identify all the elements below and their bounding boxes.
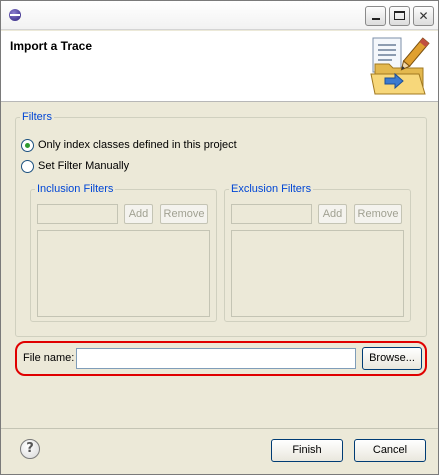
filters-legend: Filters xyxy=(22,111,52,123)
close-icon: ✕ xyxy=(418,9,429,23)
exclusion-filters-list[interactable] xyxy=(231,230,404,317)
inclusion-filters-list[interactable] xyxy=(37,230,210,317)
radio-unselected-icon[interactable] xyxy=(21,159,34,173)
button-bar: ? Finish Cancel xyxy=(1,428,438,474)
minimize-button[interactable] xyxy=(365,6,386,26)
import-trace-dialog: ✕ Import a Trace Filters Only index clas… xyxy=(0,0,439,475)
inclusion-filter-input[interactable] xyxy=(37,204,118,224)
file-name-highlight: File name: Browse... xyxy=(15,341,427,376)
exclusion-add-button[interactable]: Add xyxy=(318,204,347,224)
minimize-icon xyxy=(371,18,380,20)
finish-button[interactable]: Finish xyxy=(271,439,343,462)
help-icon[interactable]: ? xyxy=(20,439,40,459)
radio-label: Set Filter Manually xyxy=(38,160,130,172)
wizard-banner: Import a Trace xyxy=(1,31,438,102)
browse-button[interactable]: Browse... xyxy=(362,347,422,370)
maximize-icon xyxy=(394,11,405,20)
maximize-button[interactable] xyxy=(389,6,410,26)
inclusion-remove-button[interactable]: Remove xyxy=(160,204,208,224)
title-bar[interactable]: ✕ xyxy=(1,1,438,30)
inclusion-add-button[interactable]: Add xyxy=(124,204,153,224)
page-title: Import a Trace xyxy=(10,39,93,53)
inclusion-filters-legend: Inclusion Filters xyxy=(37,183,114,195)
exclusion-filter-input[interactable] xyxy=(231,204,312,224)
radio-set-filter-manually[interactable]: Set Filter Manually xyxy=(21,158,129,174)
cancel-button[interactable]: Cancel xyxy=(354,439,426,462)
exclusion-filters-legend: Exclusion Filters xyxy=(231,183,312,195)
radio-label: Only index classes defined in this proje… xyxy=(38,139,237,151)
eclipse-icon xyxy=(9,9,21,21)
radio-only-index-classes[interactable]: Only index classes defined in this proje… xyxy=(21,137,237,153)
exclusion-remove-button[interactable]: Remove xyxy=(354,204,402,224)
dialog-body: Filters Only index classes defined in th… xyxy=(1,103,438,428)
radio-selected-icon[interactable] xyxy=(21,138,34,152)
import-wizard-folder-pencil-icon xyxy=(370,37,430,95)
file-name-input[interactable] xyxy=(76,348,356,369)
close-button[interactable]: ✕ xyxy=(413,6,434,26)
file-name-label: File name: xyxy=(23,352,75,364)
